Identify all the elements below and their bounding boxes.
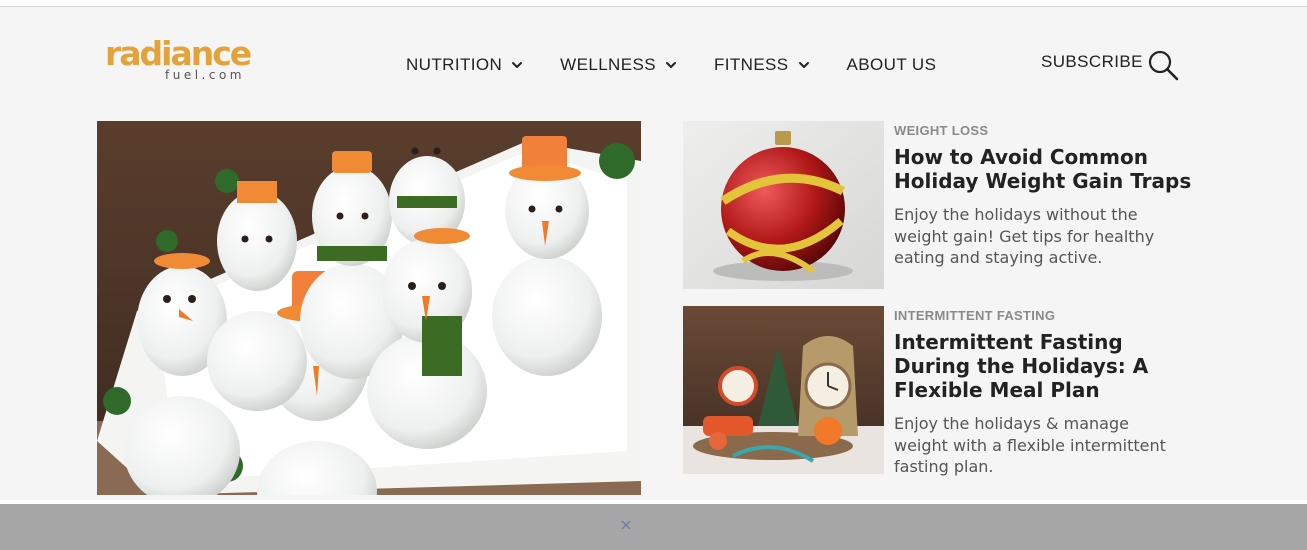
article-card[interactable]: INTERMITTENT FASTING Intermittent Fastin… bbox=[683, 306, 1194, 476]
hero-image[interactable] bbox=[97, 121, 641, 495]
nav-item-label: NUTRITION bbox=[406, 55, 503, 74]
nav-item-label: WELLNESS bbox=[560, 55, 656, 74]
nav-item-label: FITNESS bbox=[713, 55, 789, 74]
article-card[interactable]: WEIGHT LOSS How to Avoid Common Holiday … bbox=[683, 121, 1193, 289]
search-icon[interactable] bbox=[1147, 49, 1179, 81]
nav-item-nutrition[interactable]: NUTRITION bbox=[406, 55, 524, 75]
nav-item-label: ABOUT US bbox=[846, 55, 937, 74]
article-thumbnail[interactable] bbox=[683, 121, 884, 289]
logo-sub-text: fuel.com bbox=[165, 68, 245, 82]
main-nav: NUTRITION WELLNESS FITNESS ABOUT US bbox=[406, 54, 936, 76]
nav-item-about-us[interactable]: ABOUT US bbox=[847, 55, 937, 75]
close-icon[interactable] bbox=[619, 518, 633, 532]
holiday-clock-tree-photo bbox=[683, 306, 884, 474]
ad-banner bbox=[0, 500, 1307, 550]
nav-item-fitness[interactable]: FITNESS bbox=[714, 55, 811, 75]
chevron-down-icon bbox=[798, 62, 809, 68]
ornament-measuring-tape-photo bbox=[683, 121, 884, 289]
snowman-eggs-photo bbox=[97, 121, 641, 495]
subscribe-link[interactable]: SUBSCRIBE bbox=[1041, 52, 1143, 72]
article-category[interactable]: INTERMITTENT FASTING bbox=[894, 308, 1055, 323]
article-title[interactable]: How to Avoid Common Holiday Weight Gain … bbox=[894, 145, 1194, 193]
article-category[interactable]: WEIGHT LOSS bbox=[894, 123, 988, 138]
nav-item-wellness[interactable]: WELLNESS bbox=[560, 55, 678, 75]
article-title[interactable]: Intermittent Fasting During the Holidays… bbox=[894, 330, 1194, 402]
article-description: Enjoy the holidays & manage weight with … bbox=[894, 414, 1166, 476]
chevron-down-icon bbox=[665, 62, 676, 68]
chevron-down-icon bbox=[512, 62, 523, 68]
article-description: Enjoy the holidays without the weight ga… bbox=[894, 205, 1155, 267]
article-thumbnail[interactable] bbox=[683, 306, 884, 474]
site-logo[interactable]: radiance fuel.com bbox=[105, 34, 280, 84]
